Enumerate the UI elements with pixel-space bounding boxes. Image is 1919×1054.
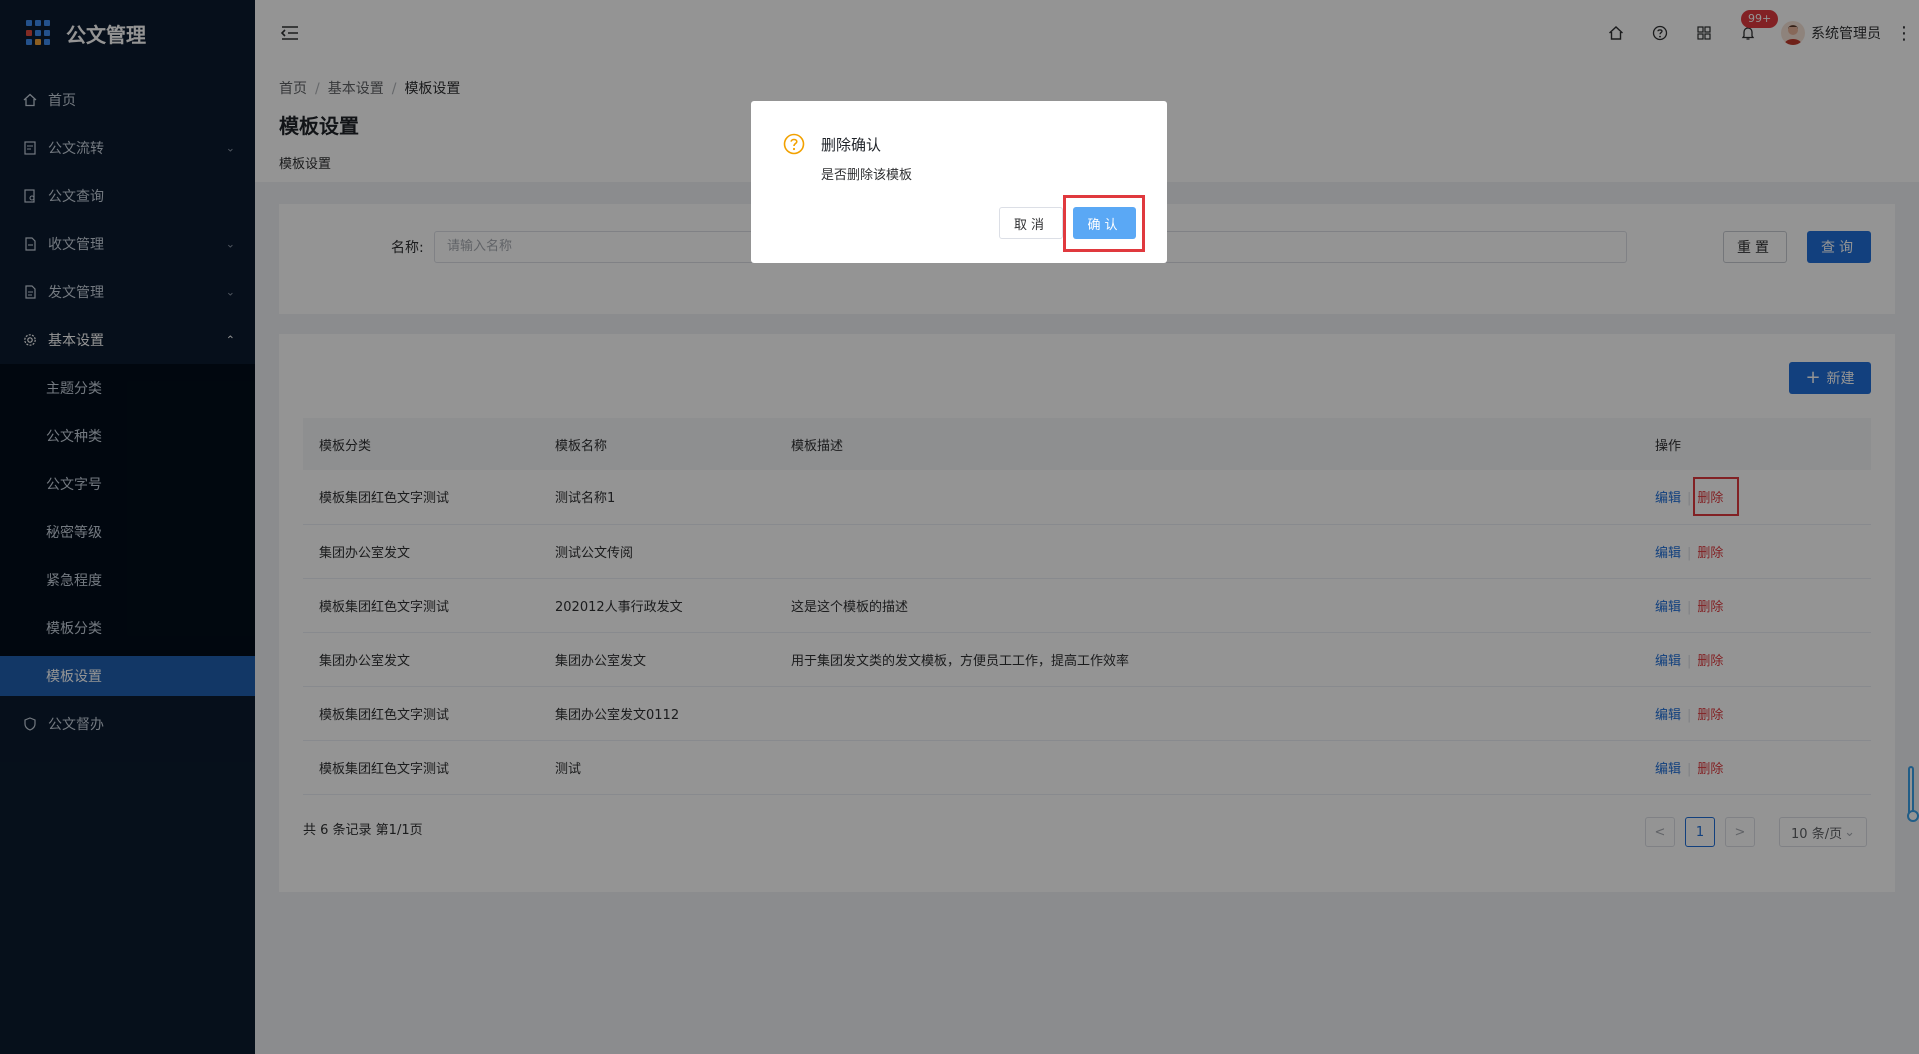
dialog-title: 删除确认 (821, 136, 882, 154)
delete-confirm-dialog: 删除确认 是否删除该模板 取消 确认 (751, 101, 1167, 263)
cancel-button[interactable]: 取消 (999, 207, 1063, 239)
question-icon (783, 133, 805, 155)
dialog-message: 是否删除该模板 (821, 168, 913, 183)
confirm-button[interactable]: 确认 (1073, 207, 1136, 239)
